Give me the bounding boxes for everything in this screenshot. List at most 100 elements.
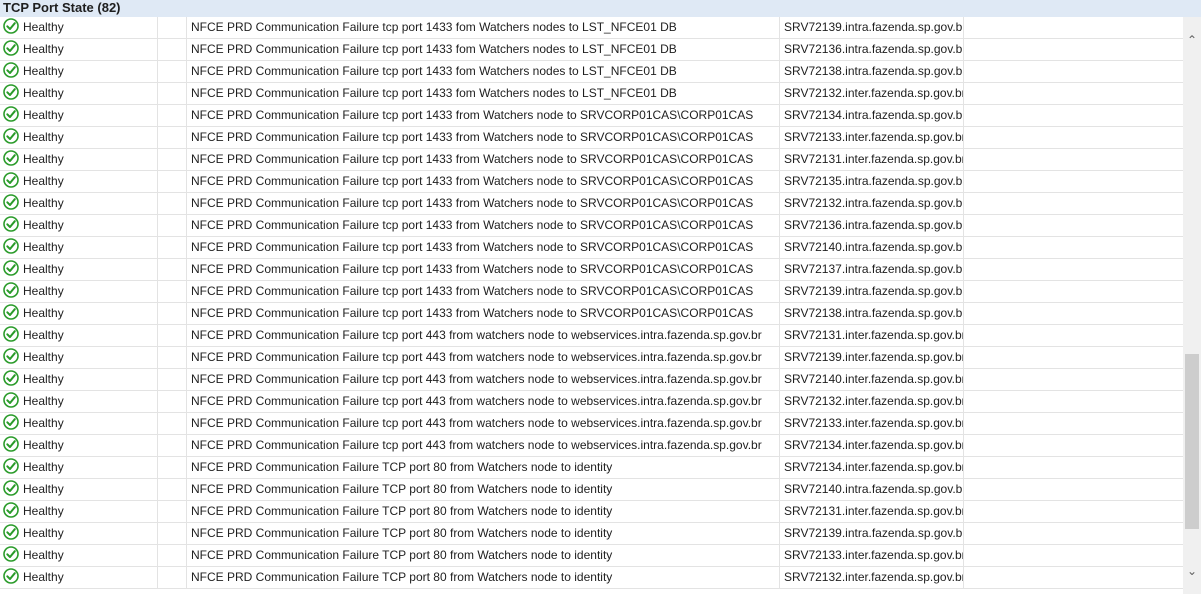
monitor-name-cell: NFCE PRD Communication Failure tcp port … bbox=[187, 237, 780, 259]
table-row[interactable]: Healthy NFCE PRD Communication Failure t… bbox=[0, 61, 1183, 83]
group-header-tcp-port-state[interactable]: TCP Port State (82) bbox=[0, 0, 1201, 17]
blank-cell bbox=[158, 523, 187, 545]
state-cell: Healthy bbox=[0, 149, 158, 171]
path-cell: SRV72135.intra.fazenda.sp.gov.br bbox=[780, 171, 964, 193]
state-label: Healthy bbox=[23, 482, 64, 496]
table-row[interactable]: Healthy NFCE PRD Communication Failure T… bbox=[0, 567, 1183, 589]
blank-cell bbox=[158, 303, 187, 325]
state-cell: Healthy bbox=[0, 567, 158, 589]
check-circle-icon bbox=[3, 216, 19, 233]
blank-cell bbox=[158, 171, 187, 193]
check-circle-icon bbox=[3, 348, 19, 365]
state-label: Healthy bbox=[23, 86, 64, 100]
check-circle-icon bbox=[3, 568, 19, 585]
path-cell: SRV72131.inter.fazenda.sp.gov.br bbox=[780, 501, 964, 523]
state-cell: Healthy bbox=[0, 479, 158, 501]
state-label: Healthy bbox=[23, 262, 64, 276]
blank-cell bbox=[158, 149, 187, 171]
state-label: Healthy bbox=[23, 328, 64, 342]
monitor-name-cell: NFCE PRD Communication Failure tcp port … bbox=[187, 17, 780, 39]
monitor-grid: Healthy NFCE PRD Communication Failure t… bbox=[0, 17, 1183, 594]
table-row[interactable]: Healthy NFCE PRD Communication Failure t… bbox=[0, 435, 1183, 457]
table-row[interactable]: Healthy NFCE PRD Communication Failure T… bbox=[0, 501, 1183, 523]
table-row[interactable]: Healthy NFCE PRD Communication Failure t… bbox=[0, 281, 1183, 303]
monitor-name-cell: NFCE PRD Communication Failure tcp port … bbox=[187, 171, 780, 193]
table-row[interactable]: Healthy NFCE PRD Communication Failure t… bbox=[0, 83, 1183, 105]
table-row[interactable]: Healthy NFCE PRD Communication Failure t… bbox=[0, 347, 1183, 369]
path-cell: SRV72132.intra.fazenda.sp.gov.br bbox=[780, 193, 964, 215]
table-row[interactable]: Healthy NFCE PRD Communication Failure T… bbox=[0, 523, 1183, 545]
blank-cell bbox=[158, 413, 187, 435]
state-cell: Healthy bbox=[0, 83, 158, 105]
state-cell: Healthy bbox=[0, 391, 158, 413]
table-row[interactable]: Healthy NFCE PRD Communication Failure t… bbox=[0, 127, 1183, 149]
path-cell: SRV72136.intra.fazenda.sp.gov.br bbox=[780, 215, 964, 237]
blank-cell bbox=[158, 39, 187, 61]
state-cell: Healthy bbox=[0, 215, 158, 237]
table-row[interactable]: Healthy NFCE PRD Communication Failure T… bbox=[0, 479, 1183, 501]
table-row[interactable]: Healthy NFCE PRD Communication Failure T… bbox=[0, 545, 1183, 567]
vertical-scrollbar[interactable]: ⌃ ⌄ bbox=[1183, 17, 1201, 594]
blank-cell bbox=[158, 237, 187, 259]
scroll-thumb[interactable] bbox=[1185, 354, 1199, 529]
monitor-name-cell: NFCE PRD Communication Failure tcp port … bbox=[187, 39, 780, 61]
table-row[interactable]: Healthy NFCE PRD Communication Failure t… bbox=[0, 105, 1183, 127]
table-row[interactable]: Healthy NFCE PRD Communication Failure t… bbox=[0, 215, 1183, 237]
monitor-name-cell: NFCE PRD Communication Failure tcp port … bbox=[187, 413, 780, 435]
table-row[interactable]: Healthy NFCE PRD Communication Failure t… bbox=[0, 369, 1183, 391]
state-cell: Healthy bbox=[0, 457, 158, 479]
table-row[interactable]: Healthy NFCE PRD Communication Failure t… bbox=[0, 39, 1183, 61]
monitor-name-cell: NFCE PRD Communication Failure tcp port … bbox=[187, 303, 780, 325]
table-row[interactable]: Healthy NFCE PRD Communication Failure t… bbox=[0, 17, 1183, 39]
monitor-name-cell: NFCE PRD Communication Failure TCP port … bbox=[187, 545, 780, 567]
path-cell: SRV72131.inter.fazenda.sp.gov.br bbox=[780, 325, 964, 347]
blank-cell bbox=[158, 369, 187, 391]
path-cell: SRV72131.inter.fazenda.sp.gov.br bbox=[780, 149, 964, 171]
check-circle-icon bbox=[3, 458, 19, 475]
state-label: Healthy bbox=[23, 460, 64, 474]
monitor-name-cell: NFCE PRD Communication Failure tcp port … bbox=[187, 61, 780, 83]
chevron-up-icon[interactable]: ⌃ bbox=[1183, 31, 1201, 49]
state-label: Healthy bbox=[23, 570, 64, 584]
blank-cell bbox=[158, 83, 187, 105]
table-row[interactable]: Healthy NFCE PRD Communication Failure t… bbox=[0, 193, 1183, 215]
table-row[interactable]: Healthy NFCE PRD Communication Failure t… bbox=[0, 325, 1183, 347]
state-label: Healthy bbox=[23, 218, 64, 232]
state-label: Healthy bbox=[23, 152, 64, 166]
table-row[interactable]: Healthy NFCE PRD Communication Failure t… bbox=[0, 171, 1183, 193]
table-row[interactable]: Healthy NFCE PRD Communication Failure t… bbox=[0, 259, 1183, 281]
table-row[interactable]: Healthy NFCE PRD Communication Failure t… bbox=[0, 391, 1183, 413]
blank-cell bbox=[158, 545, 187, 567]
blank-cell bbox=[158, 259, 187, 281]
state-cell: Healthy bbox=[0, 413, 158, 435]
state-cell: Healthy bbox=[0, 193, 158, 215]
path-cell: SRV72138.intra.fazenda.sp.gov.br bbox=[780, 61, 964, 83]
monitor-name-cell: NFCE PRD Communication Failure tcp port … bbox=[187, 435, 780, 457]
table-row[interactable]: Healthy NFCE PRD Communication Failure t… bbox=[0, 303, 1183, 325]
state-cell: Healthy bbox=[0, 127, 158, 149]
table-row[interactable]: Healthy NFCE PRD Communication Failure t… bbox=[0, 237, 1183, 259]
check-circle-icon bbox=[3, 326, 19, 343]
monitor-name-cell: NFCE PRD Communication Failure tcp port … bbox=[187, 83, 780, 105]
path-cell: SRV72132.inter.fazenda.sp.gov.br bbox=[780, 83, 964, 105]
check-circle-icon bbox=[3, 40, 19, 57]
monitor-name-cell: NFCE PRD Communication Failure tcp port … bbox=[187, 215, 780, 237]
table-row[interactable]: Healthy NFCE PRD Communication Failure T… bbox=[0, 457, 1183, 479]
state-label: Healthy bbox=[23, 394, 64, 408]
check-circle-icon bbox=[3, 238, 19, 255]
table-row[interactable]: Healthy NFCE PRD Communication Failure t… bbox=[0, 149, 1183, 171]
state-label: Healthy bbox=[23, 284, 64, 298]
state-cell: Healthy bbox=[0, 281, 158, 303]
state-cell: Healthy bbox=[0, 347, 158, 369]
check-circle-icon bbox=[3, 84, 19, 101]
path-cell: SRV72134.inter.fazenda.sp.gov.br bbox=[780, 457, 964, 479]
check-circle-icon bbox=[3, 524, 19, 541]
state-cell: Healthy bbox=[0, 39, 158, 61]
check-circle-icon bbox=[3, 480, 19, 497]
table-row[interactable]: Healthy NFCE PRD Communication Failure t… bbox=[0, 413, 1183, 435]
blank-cell bbox=[158, 479, 187, 501]
chevron-down-icon[interactable]: ⌄ bbox=[1183, 562, 1201, 580]
state-cell: Healthy bbox=[0, 435, 158, 457]
state-label: Healthy bbox=[23, 64, 64, 78]
path-cell: SRV72140.inter.fazenda.sp.gov.br bbox=[780, 369, 964, 391]
